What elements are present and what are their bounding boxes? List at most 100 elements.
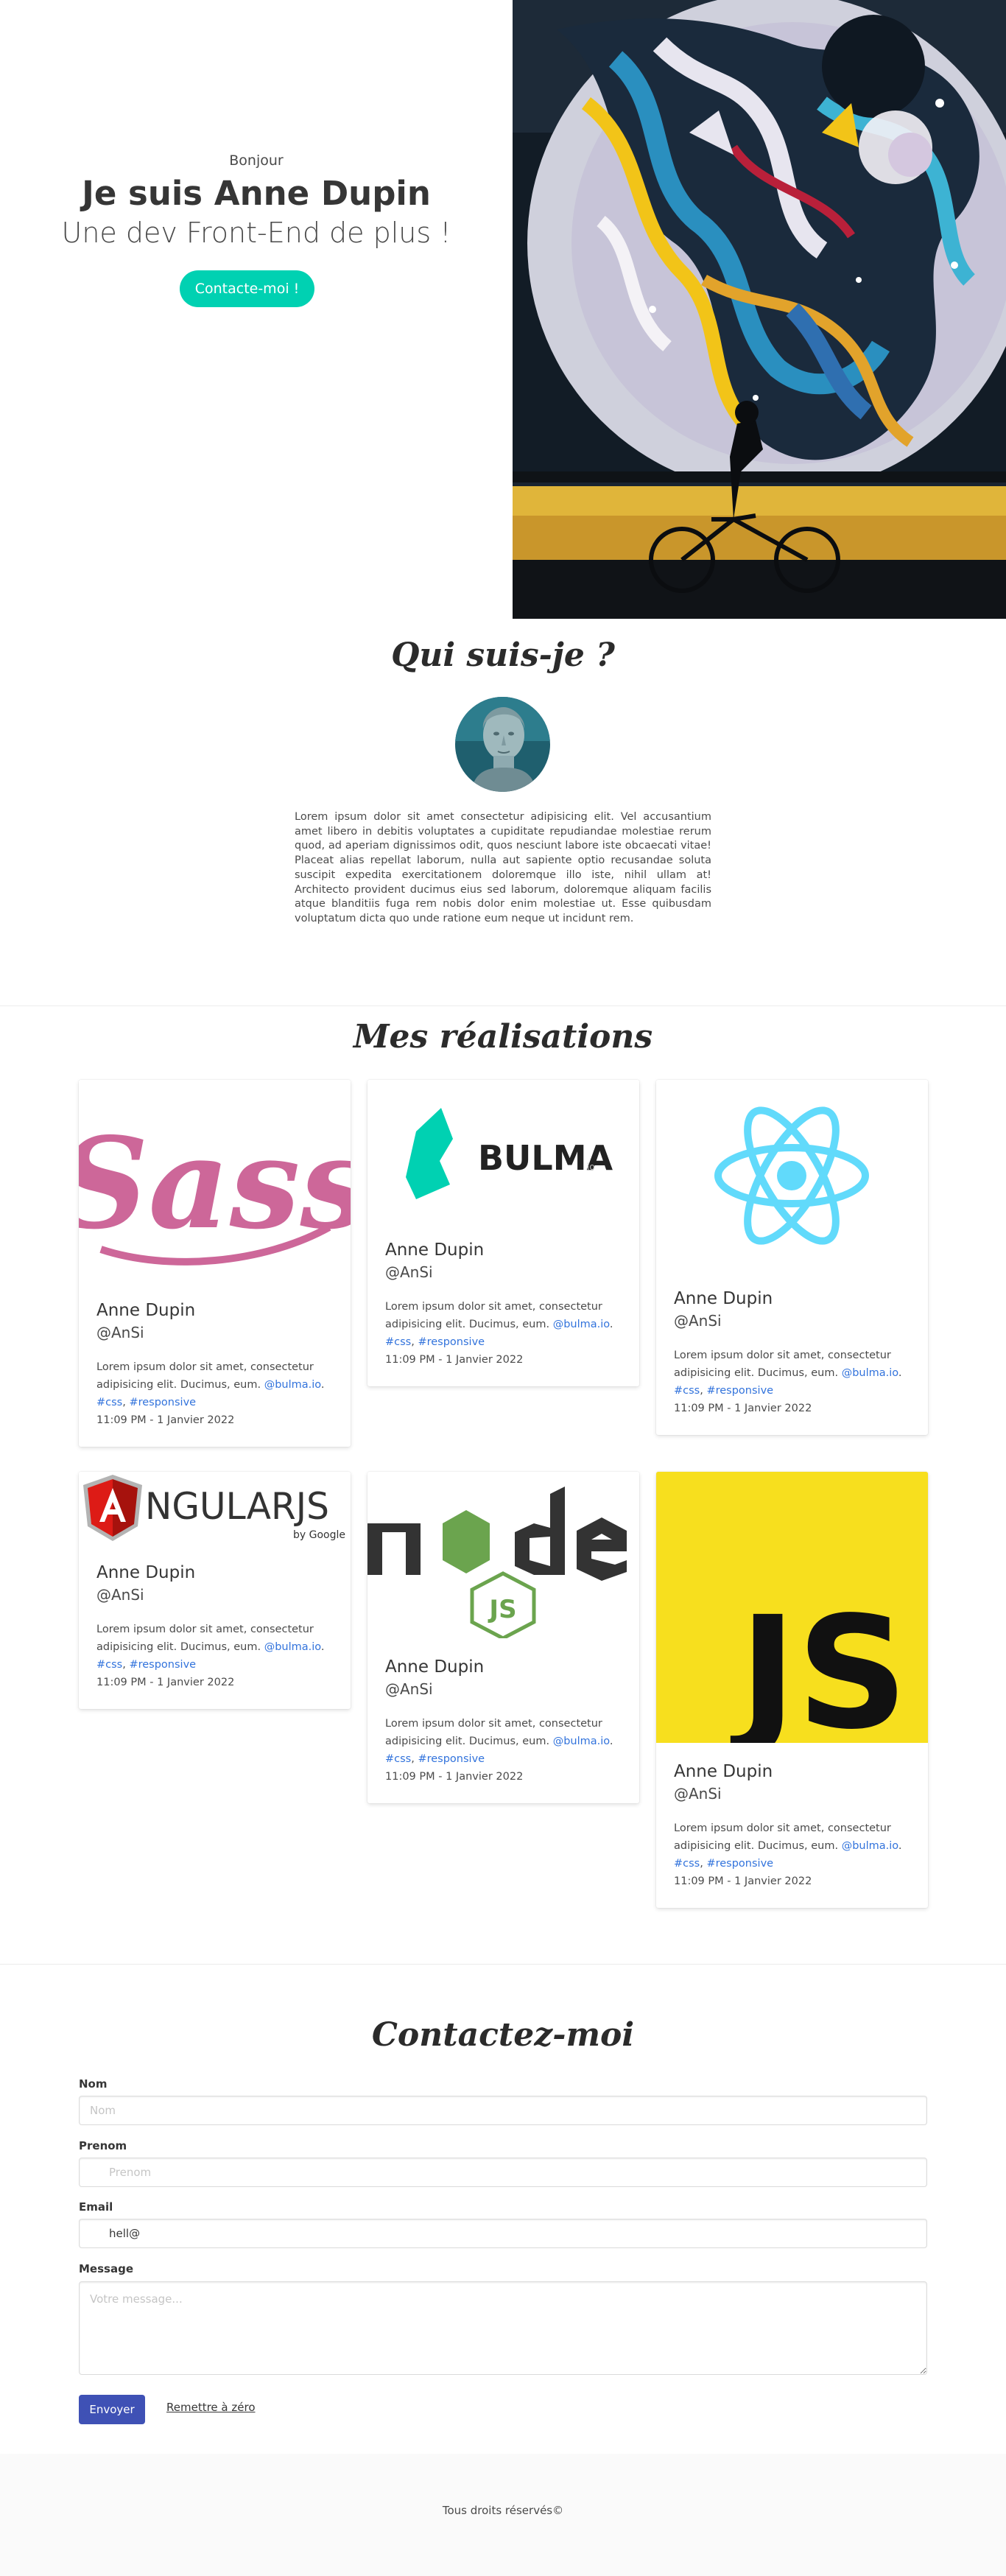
- card-tag-responsive-link[interactable]: #responsive: [706, 1385, 773, 1397]
- project-card[interactable]: BULMA io Anne Dupin @AnSi Lorem ipsum do…: [367, 1080, 639, 1386]
- card-date: 11:09 PM - 1 Janvier 2022: [674, 1875, 812, 1887]
- project-card[interactable]: JS Anne Dupin @AnSi Lorem ipsum dolor si…: [367, 1472, 639, 1803]
- card-image: [656, 1080, 928, 1270]
- card-content: Lorem ipsum dolor sit amet, consectetur …: [385, 1301, 613, 1366]
- about-text: Lorem ipsum dolor sit amet consectetur a…: [295, 811, 711, 924]
- bulma-logo-sub: io: [587, 1162, 595, 1172]
- card-date: 11:09 PM - 1 Janvier 2022: [96, 1414, 235, 1426]
- card-author-name: Anne Dupin: [674, 1762, 773, 1781]
- prenom-field[interactable]: [79, 2158, 927, 2187]
- hero-title: Je suis Anne Dupin: [82, 174, 431, 213]
- card-author-name: Anne Dupin: [385, 1657, 485, 1677]
- card-content: Lorem ipsum dolor sit amet, consectetur …: [674, 1350, 902, 1414]
- email-field[interactable]: [79, 2219, 927, 2248]
- card-content: Lorem ipsum dolor sit amet, consectetur …: [96, 1624, 325, 1688]
- card-author-name: Anne Dupin: [96, 1301, 196, 1320]
- card-body: Anne Dupin @AnSi Lorem ipsum dolor sit a…: [656, 1270, 928, 1435]
- project-card[interactable]: Anne Dupin @AnSi Lorem ipsum dolor sit a…: [656, 1080, 928, 1435]
- card-mention-link[interactable]: @bulma.io: [842, 1367, 898, 1379]
- avatar: [455, 697, 550, 792]
- card-image: Sass: [79, 1080, 351, 1282]
- card-tag-css-link[interactable]: #css: [674, 1858, 700, 1870]
- react-logo-icon: [656, 1080, 928, 1270]
- card-mention-link[interactable]: @bulma.io: [553, 1319, 610, 1330]
- angularjs-logo-sub: by Google: [293, 1529, 345, 1541]
- hero-section: Bonjour Je suis Anne Dupin Une dev Front…: [0, 0, 1006, 619]
- card-body: Anne Dupin @AnSi Lorem ipsum dolor sit a…: [79, 1544, 351, 1709]
- envoyer-button[interactable]: Envoyer: [79, 2395, 145, 2424]
- card-content: Lorem ipsum dolor sit amet, consectetur …: [96, 1361, 325, 1426]
- card-tag-css-link[interactable]: #css: [385, 1753, 411, 1765]
- javascript-logo-text: JS: [731, 1583, 908, 1743]
- hero-text-block: Bonjour Je suis Anne Dupin Une dev Front…: [0, 0, 513, 619]
- card-author-name: Anne Dupin: [674, 1289, 773, 1308]
- angularjs-logo-text: NGULARJS: [145, 1485, 329, 1528]
- card-image: NGULARJS by Google: [79, 1472, 351, 1544]
- card-tag-responsive-link[interactable]: #responsive: [418, 1336, 485, 1348]
- email-label: Email: [79, 2200, 113, 2214]
- javascript-logo-icon: JS: [656, 1472, 928, 1743]
- card-author-handle: @AnSi: [674, 1785, 722, 1803]
- angularjs-logo-icon: NGULARJS by Google: [79, 1472, 351, 1544]
- card-author-handle: @AnSi: [385, 1680, 433, 1698]
- contact-title: Contactez-moi: [371, 2016, 635, 2054]
- message-label: Message: [79, 2262, 133, 2275]
- card-tag-css-link[interactable]: #css: [96, 1659, 122, 1671]
- nom-field[interactable]: [79, 2096, 927, 2125]
- card-author-handle: @AnSi: [385, 1263, 433, 1281]
- card-image: BULMA io: [367, 1080, 639, 1221]
- card-tag-css-link[interactable]: #css: [96, 1397, 122, 1408]
- card-author-handle: @AnSi: [674, 1312, 722, 1330]
- card-author-name: Anne Dupin: [96, 1563, 196, 1582]
- card-tag-responsive-link[interactable]: #responsive: [129, 1659, 196, 1671]
- project-card[interactable]: Sass Anne Dupin @AnSi Lorem ipsum dolor …: [79, 1080, 351, 1447]
- sass-logo-icon: Sass: [79, 1080, 351, 1282]
- card-body: Anne Dupin @AnSi Lorem ipsum dolor sit a…: [367, 1638, 639, 1803]
- card-tag-css-link[interactable]: #css: [674, 1385, 700, 1397]
- project-card[interactable]: JS Anne Dupin @AnSi Lorem ipsum dolor si…: [656, 1472, 928, 1908]
- prenom-label: Prenom: [79, 2139, 127, 2152]
- card-body: Anne Dupin @AnSi Lorem ipsum dolor sit a…: [79, 1282, 351, 1447]
- about-section: Qui suis-je ? Lorem ipsum dolor sit amet…: [0, 619, 1006, 1006]
- card-mention-link[interactable]: @bulma.io: [264, 1379, 321, 1391]
- card-author-handle: @AnSi: [96, 1586, 144, 1604]
- bulma-logo-icon: BULMA io: [367, 1080, 639, 1221]
- card-tag-responsive-link[interactable]: #responsive: [129, 1397, 196, 1408]
- reset-button[interactable]: Remettre à zéro: [166, 2401, 256, 2414]
- card-image: JS: [656, 1472, 928, 1743]
- card-tag-responsive-link[interactable]: #responsive: [418, 1753, 485, 1765]
- hero-subtitle: Une dev Front-End de plus !: [61, 217, 451, 249]
- hero-street-art-image: [513, 0, 1006, 619]
- card-author-name: Anne Dupin: [385, 1240, 485, 1260]
- street-art-illustration: [513, 0, 1006, 619]
- card-content: Lorem ipsum dolor sit amet, consectetur …: [674, 1822, 902, 1887]
- card-body: Anne Dupin @AnSi Lorem ipsum dolor sit a…: [367, 1221, 639, 1386]
- card-tag-css-link[interactable]: #css: [385, 1336, 411, 1348]
- card-mention-link[interactable]: @bulma.io: [842, 1840, 898, 1852]
- card-mention-link[interactable]: @bulma.io: [264, 1641, 321, 1653]
- about-title: Qui suis-je ?: [391, 636, 615, 674]
- projects-section: Mes réalisations Sass Anne Dupin @AnSi L…: [0, 1006, 1006, 1964]
- nodejs-logo-icon: JS: [367, 1472, 639, 1638]
- card-image: JS: [367, 1472, 639, 1638]
- message-textarea[interactable]: [79, 2281, 927, 2375]
- nom-label: Nom: [79, 2077, 108, 2091]
- contact-me-button[interactable]: Contacte-moi !: [180, 270, 314, 307]
- project-card[interactable]: NGULARJS by Google Anne Dupin @AnSi Lore…: [79, 1472, 351, 1709]
- card-date: 11:09 PM - 1 Janvier 2022: [674, 1403, 812, 1414]
- footer-copyright: Tous droits réservés©: [442, 2504, 564, 2517]
- card-date: 11:09 PM - 1 Janvier 2022: [385, 1771, 524, 1783]
- projects-title: Mes réalisations: [353, 1018, 653, 1056]
- card-mention-link[interactable]: @bulma.io: [553, 1736, 610, 1747]
- card-body: Anne Dupin @AnSi Lorem ipsum dolor sit a…: [656, 1743, 928, 1908]
- contact-section: Contactez-moi Nom Prenom Email Message E…: [0, 1965, 1006, 2454]
- card-date: 11:09 PM - 1 Janvier 2022: [96, 1677, 235, 1688]
- footer: Tous droits réservés©: [0, 2454, 1006, 2576]
- card-tag-responsive-link[interactable]: #responsive: [706, 1858, 773, 1870]
- hero-greeting: Bonjour: [229, 152, 284, 169]
- card-date: 11:09 PM - 1 Janvier 2022: [385, 1354, 524, 1366]
- statue-portrait-image: [455, 697, 550, 792]
- card-content: Lorem ipsum dolor sit amet, consectetur …: [385, 1718, 613, 1783]
- nodejs-js-badge: JS: [488, 1595, 516, 1624]
- card-author-handle: @AnSi: [96, 1324, 144, 1341]
